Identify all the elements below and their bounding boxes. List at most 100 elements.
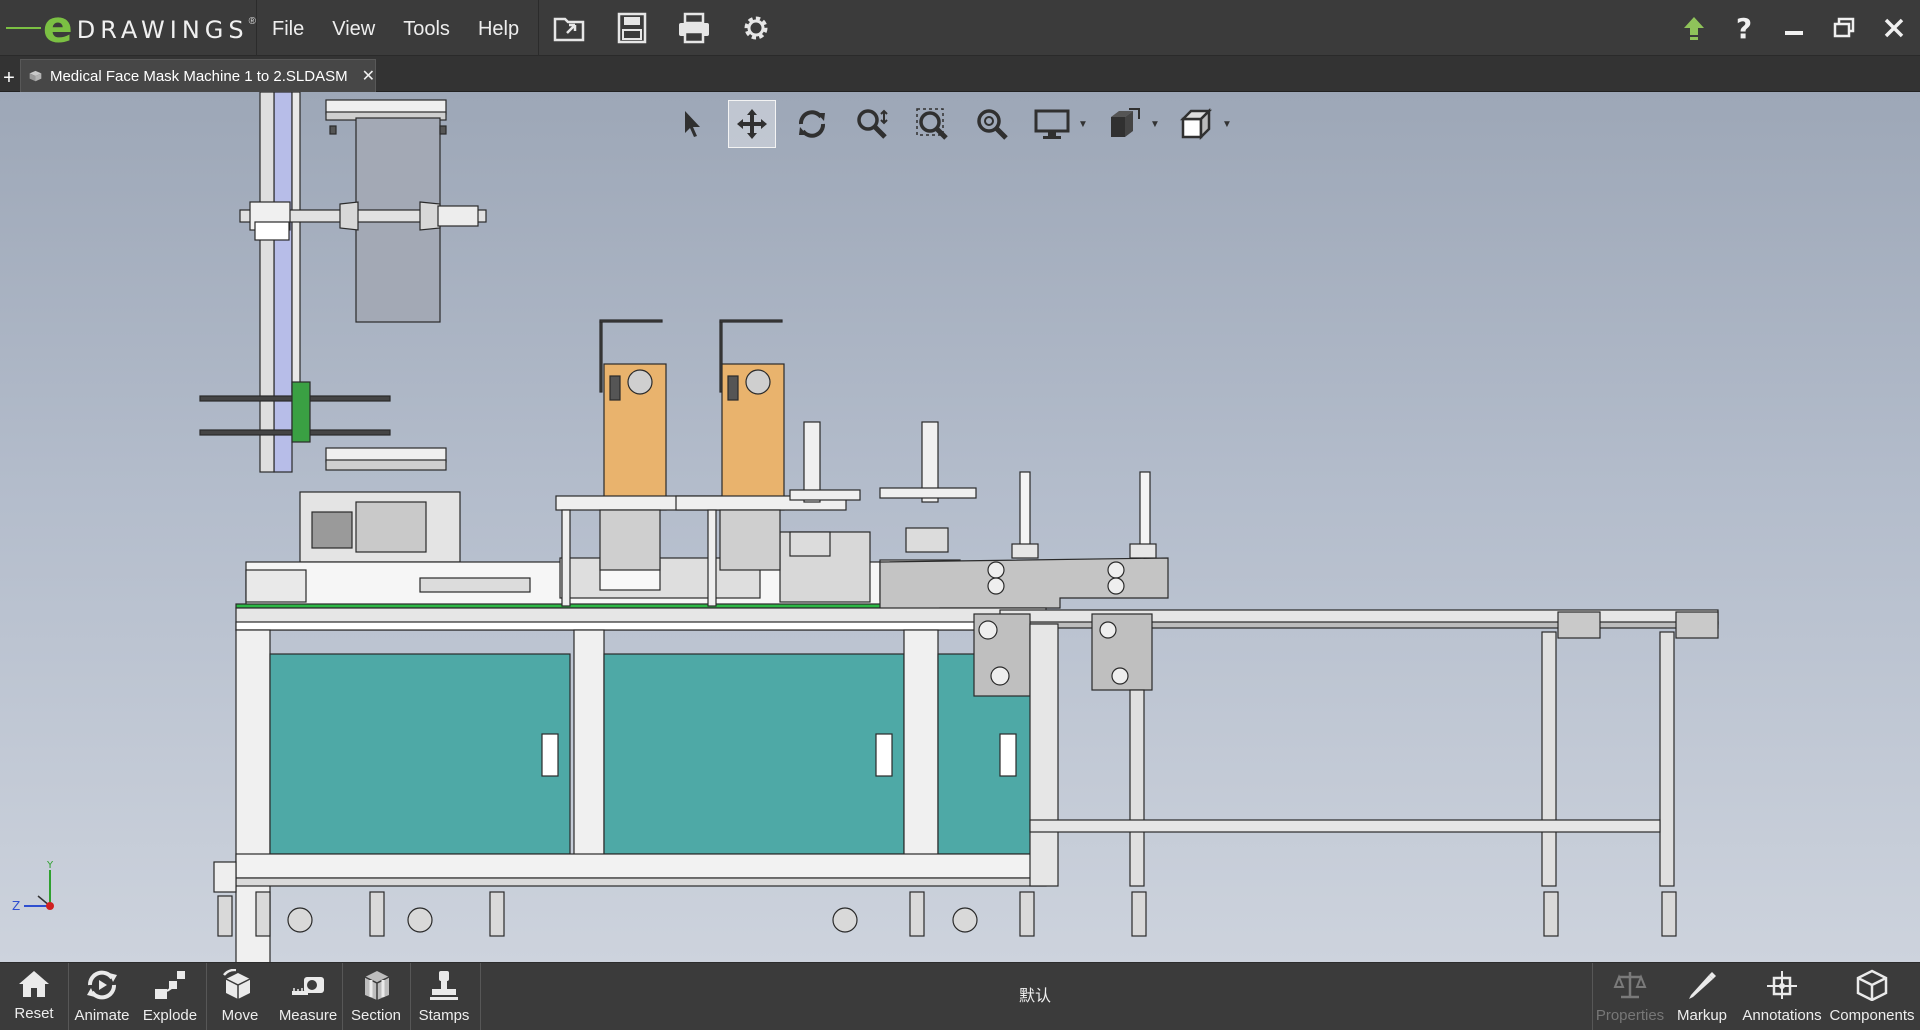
- document-tab-bar: + Medical Face Mask Machine 1 to 2.SLDAS…: [0, 56, 1920, 92]
- select-icon: [685, 111, 700, 137]
- open-file-icon: [553, 17, 585, 42]
- menu-tools[interactable]: Tools: [393, 0, 468, 56]
- triad-y-label: Y: [46, 860, 54, 871]
- zoom-to-fit-button[interactable]: [968, 100, 1016, 148]
- scales-icon: [1613, 972, 1647, 999]
- pan-tool-button[interactable]: [728, 100, 776, 148]
- annotation-icon: [1767, 971, 1797, 999]
- close-icon: [1884, 18, 1904, 38]
- triad-z-label: Z: [12, 899, 20, 913]
- rotate-icon: [799, 110, 825, 138]
- pan-icon: [737, 109, 767, 139]
- axis-triad: Y Z: [12, 860, 54, 913]
- markup-label: Markup: [1676, 1007, 1728, 1024]
- help-button[interactable]: ?: [1724, 8, 1764, 48]
- animate-icon: [87, 970, 117, 1000]
- components-button[interactable]: Components: [1829, 963, 1915, 1030]
- zoom-to-area-icon: [916, 108, 948, 140]
- settings-gear-icon: [744, 16, 768, 40]
- configuration-name[interactable]: 默认: [980, 963, 1090, 1030]
- bottom-toolbar: Reset Animate Explode Move Measure Secti…: [0, 962, 1920, 1030]
- transfer-block: [879, 557, 1169, 613]
- properties-button: Properties: [1596, 963, 1664, 1030]
- move-icon: [223, 969, 251, 999]
- menu-divider: [538, 0, 539, 56]
- cube-icon: [1856, 969, 1888, 1001]
- machine-model[interactable]: [0, 92, 1920, 962]
- print-icon: [679, 12, 709, 44]
- minimize-button[interactable]: [1774, 8, 1814, 48]
- stamp-icon: [430, 971, 458, 1000]
- view-orientation-dropdown-caret[interactable]: ▼: [1222, 119, 1232, 130]
- display-style-dropdown-caret[interactable]: ▼: [1078, 119, 1088, 130]
- select-tool-button[interactable]: [668, 100, 716, 148]
- logo-line-graphic: [6, 27, 41, 29]
- print-button[interactable]: [672, 6, 716, 50]
- conveyor: [973, 609, 1719, 937]
- measure-button[interactable]: Measure: [274, 963, 342, 1030]
- logo-wordmark: DRAWINGS: [76, 16, 249, 44]
- reset-button[interactable]: Reset: [0, 963, 68, 1030]
- toolbar-separator: [1592, 963, 1593, 1030]
- explode-label: Explode: [142, 1007, 198, 1024]
- reset-label: Reset: [14, 1005, 54, 1022]
- unwind-tower: [199, 92, 487, 563]
- stamps-button[interactable]: Stamps: [410, 963, 478, 1030]
- upload-arrow-icon: [1684, 17, 1704, 40]
- menu-help[interactable]: Help: [468, 0, 537, 56]
- components-label: Components: [1829, 1007, 1915, 1024]
- home-icon: [19, 971, 49, 997]
- document-tab-title: Medical Face Mask Machine 1 to 2.SLDASM: [49, 67, 348, 85]
- rotate-tool-button[interactable]: [788, 100, 836, 148]
- close-tab-button[interactable]: ✕: [362, 66, 375, 86]
- display-style-icon: [1034, 109, 1070, 139]
- title-bar: e DRAWINGS ® File View Tools Help ?: [0, 0, 1920, 56]
- measure-label: Measure: [278, 1007, 338, 1024]
- explode-button[interactable]: Explode: [136, 963, 204, 1030]
- new-tab-button[interactable]: +: [0, 66, 18, 90]
- save-button[interactable]: [610, 6, 654, 50]
- document-tab[interactable]: Medical Face Mask Machine 1 to 2.SLDASM …: [20, 59, 376, 92]
- views-dropdown-caret[interactable]: ▼: [1150, 119, 1160, 130]
- animate-button[interactable]: Animate: [68, 963, 136, 1030]
- window-controls: ?: [1674, 0, 1914, 56]
- logo-registered-mark: ®: [248, 16, 256, 27]
- animate-label: Animate: [74, 1007, 130, 1024]
- close-window-button[interactable]: [1874, 8, 1914, 48]
- menu-bar: File View Tools Help: [262, 0, 537, 56]
- restore-icon: [1833, 17, 1855, 38]
- restore-button[interactable]: [1824, 8, 1864, 48]
- move-button[interactable]: Move: [206, 963, 274, 1030]
- section-button[interactable]: Section: [342, 963, 410, 1030]
- properties-label: Properties: [1595, 1007, 1665, 1024]
- edrawings-logo: e DRAWINGS ®: [6, 4, 256, 52]
- zoom-to-area-button[interactable]: [908, 100, 956, 148]
- zoom-tool-button[interactable]: [848, 100, 896, 148]
- section-icon: [364, 971, 390, 1000]
- toolbar-separator: [480, 963, 481, 1030]
- zoom-icon: [857, 109, 888, 139]
- title-divider: [256, 0, 257, 56]
- menu-file[interactable]: File: [262, 0, 322, 56]
- annotations-button[interactable]: Annotations: [1742, 963, 1822, 1030]
- cabinet: [235, 607, 1049, 962]
- settings-button[interactable]: [734, 6, 778, 50]
- move-label: Move: [221, 1007, 259, 1024]
- explode-icon: [155, 971, 185, 999]
- zoom-to-fit-icon: [977, 109, 1008, 140]
- open-file-button[interactable]: [548, 6, 592, 50]
- assembly-icon: [29, 70, 42, 82]
- annotations-label: Annotations: [1742, 1007, 1822, 1024]
- graphics-viewport[interactable]: ▼ ▼ ▼ Y Z: [0, 92, 1920, 962]
- view-orientation-button[interactable]: [1172, 100, 1220, 148]
- display-style-button[interactable]: [1028, 100, 1076, 148]
- logo-letter: e: [42, 2, 73, 53]
- upload-button[interactable]: [1674, 8, 1714, 48]
- markup-button[interactable]: Markup: [1668, 963, 1736, 1030]
- views-icon: [1111, 108, 1140, 137]
- svg-text:?: ?: [1736, 13, 1752, 43]
- help-icon: ?: [1736, 13, 1752, 43]
- menu-view[interactable]: View: [322, 0, 393, 56]
- views-button[interactable]: [1100, 100, 1148, 148]
- save-icon: [617, 12, 647, 44]
